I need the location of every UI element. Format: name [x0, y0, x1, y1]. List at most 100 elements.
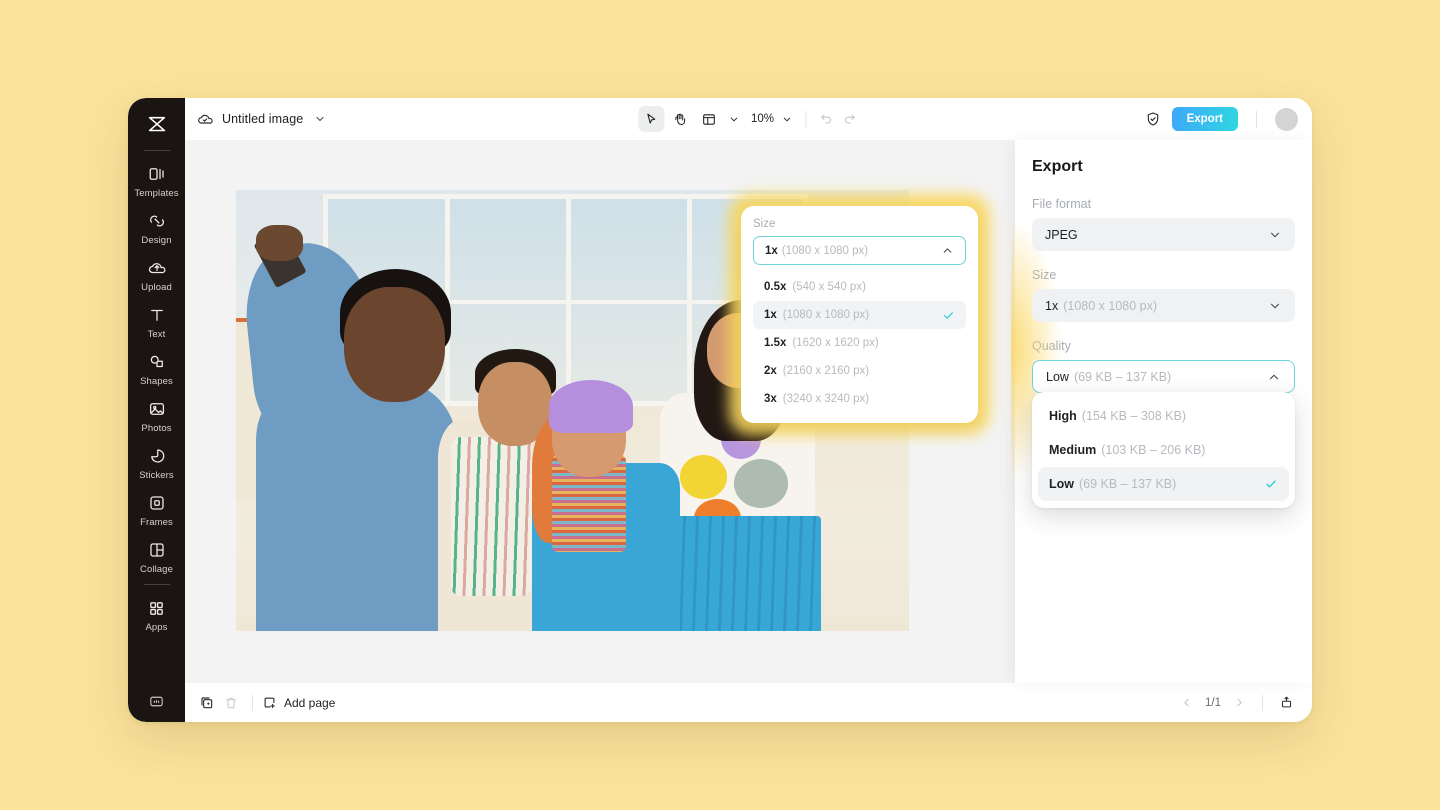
top-right-group: Export: [1145, 107, 1298, 131]
sidebar-item-design[interactable]: Design: [128, 204, 185, 251]
capcut-logo-icon[interactable]: [142, 110, 172, 140]
quality-select[interactable]: Low (69 KB – 137 KB): [1032, 360, 1295, 393]
zoom-chevron-down-icon[interactable]: [778, 111, 795, 128]
sidebar-item-label: Shapes: [140, 376, 173, 387]
size-option-3x[interactable]: 3x (3240 x 3240 px): [753, 385, 966, 413]
collage-icon: [147, 540, 167, 560]
hand-icon[interactable]: [667, 106, 693, 132]
size-dropdown-popup: Size 1x (1080 x 1080 px) 0.5x (540 x 540…: [729, 194, 990, 435]
size-popup-label: Size: [753, 218, 776, 230]
check-icon: [942, 309, 955, 322]
sidebar-item-upload[interactable]: Upload: [128, 251, 185, 298]
quality-value-detail: (69 KB – 137 KB): [1073, 369, 1172, 384]
photo-person-3-hat: [548, 379, 634, 433]
sidebar-item-collage[interactable]: Collage: [128, 533, 185, 580]
size-option-detail: (2160 x 2160 px): [782, 365, 870, 377]
toolbar-divider-right: [1256, 110, 1257, 128]
stickers-icon: [147, 446, 167, 466]
photo-person-4-skirt: [673, 516, 822, 631]
sidebar-item-photos[interactable]: Photos: [128, 392, 185, 439]
add-page-button[interactable]: Add page: [262, 695, 335, 710]
sidebar-item-label: Upload: [141, 282, 172, 293]
sidebar-divider-top: [143, 150, 170, 151]
sidebar-item-stickers[interactable]: Stickers: [128, 439, 185, 486]
layout-chevron-down-icon[interactable]: [725, 111, 742, 128]
size-option-1x[interactable]: 1x (1080 x 1080 px): [753, 301, 966, 329]
size-option-2x[interactable]: 2x (2160 x 2160 px): [753, 357, 966, 385]
present-icon[interactable]: [1275, 691, 1298, 714]
quality-option-medium[interactable]: Medium (103 KB – 206 KB): [1038, 433, 1289, 467]
sidebar-item-text[interactable]: Text: [128, 298, 185, 345]
frames-icon: [147, 493, 167, 513]
file-format-label: File format: [1032, 197, 1092, 211]
size-value-prefix: 1x: [1045, 298, 1059, 313]
toolbar-divider: [805, 110, 807, 128]
shield-check-icon[interactable]: [1145, 111, 1161, 127]
sidebar-item-label: Text: [147, 329, 166, 340]
quality-label: Quality: [1032, 339, 1071, 353]
avatar[interactable]: [1275, 107, 1298, 131]
size-popup-select[interactable]: 1x (1080 x 1080 px): [753, 236, 966, 265]
quality-option-detail: (103 KB – 206 KB): [1101, 443, 1206, 457]
size-option-name: 2x: [764, 365, 777, 377]
photo-pattern-dot: [680, 454, 728, 499]
trash-icon[interactable]: [219, 691, 243, 715]
chevron-down-icon[interactable]: [312, 111, 328, 127]
add-page-icon: [262, 695, 277, 710]
sidebar-item-apps[interactable]: Apps: [128, 591, 185, 638]
undo-icon[interactable]: [816, 109, 836, 129]
size-option-1-5x[interactable]: 1.5x (1620 x 1620 px): [753, 329, 966, 357]
chevron-down-icon: [1268, 299, 1282, 313]
sidebar-item-label: Photos: [141, 423, 172, 434]
chevron-left-icon[interactable]: [1176, 692, 1197, 713]
top-toolbar: Untitled image 10% Export: [185, 98, 1312, 140]
photo-person-1-head: [343, 287, 445, 402]
sidebar-item-label: Apps: [145, 622, 168, 633]
sidebar-bottom-action[interactable]: [128, 693, 185, 710]
apps-grid-icon: [147, 598, 167, 618]
size-option-name: 1.5x: [764, 337, 787, 349]
size-option-detail: (1620 x 1620 px): [792, 337, 879, 349]
quality-option-detail: (69 KB – 137 KB): [1079, 477, 1177, 491]
redo-icon[interactable]: [839, 109, 859, 129]
sidebar-item-label: Collage: [140, 564, 173, 575]
bottom-toolbar: Add page 1/1: [185, 683, 1312, 722]
quality-option-low[interactable]: Low (69 KB – 137 KB): [1038, 467, 1289, 501]
size-select[interactable]: 1x (1080 x 1080 px): [1032, 289, 1295, 322]
size-option-0-5x[interactable]: 0.5x (540 x 540 px): [753, 273, 966, 301]
size-option-name: 3x: [764, 393, 777, 405]
quality-option-name: Medium: [1049, 443, 1097, 457]
design-icon: [147, 211, 167, 231]
quality-value-prefix: Low: [1046, 369, 1069, 384]
sidebar-item-templates[interactable]: Templates: [128, 157, 185, 204]
chevron-right-icon[interactable]: [1229, 692, 1250, 713]
page-background: Templates Design Upload Text Shapes Phot…: [0, 0, 1440, 810]
cursor-arrow-icon[interactable]: [637, 106, 664, 132]
quality-dropdown-menu: High (154 KB – 308 KB) Medium (103 KB – …: [1032, 392, 1295, 508]
photos-icon: [147, 399, 167, 419]
size-label: Size: [1032, 268, 1057, 282]
quality-option-detail: (154 KB – 308 KB): [1081, 409, 1187, 423]
page-nav-group: 1/1: [1176, 691, 1298, 714]
document-title[interactable]: Untitled image: [222, 112, 303, 126]
check-icon: [1264, 477, 1278, 491]
size-popup-value-detail: (1080 x 1080 px): [781, 244, 869, 257]
templates-icon: [147, 164, 167, 184]
export-panel-title: Export: [1032, 158, 1083, 175]
sidebar-item-frames[interactable]: Frames: [128, 486, 185, 533]
layout-panel-icon[interactable]: [696, 106, 722, 132]
sidebar-item-label: Design: [141, 235, 172, 246]
zoom-level-value[interactable]: 10%: [745, 113, 775, 125]
size-option-detail: (1080 x 1080 px): [782, 309, 870, 321]
quality-option-name: Low: [1049, 477, 1074, 491]
export-button[interactable]: Export: [1171, 107, 1238, 131]
size-popup-card: Size 1x (1080 x 1080 px) 0.5x (540 x 540…: [741, 206, 978, 423]
export-panel: Export File format JPEG Size 1x (1080 x …: [1011, 140, 1312, 683]
photo-person-2-shirt: [451, 436, 533, 596]
file-format-select[interactable]: JPEG: [1032, 218, 1295, 251]
quality-option-name: High: [1049, 409, 1077, 423]
quality-option-high[interactable]: High (154 KB – 308 KB): [1038, 399, 1289, 433]
page-indicator: 1/1: [1205, 696, 1221, 709]
duplicate-page-icon[interactable]: [195, 691, 219, 715]
sidebar-item-shapes[interactable]: Shapes: [128, 345, 185, 392]
